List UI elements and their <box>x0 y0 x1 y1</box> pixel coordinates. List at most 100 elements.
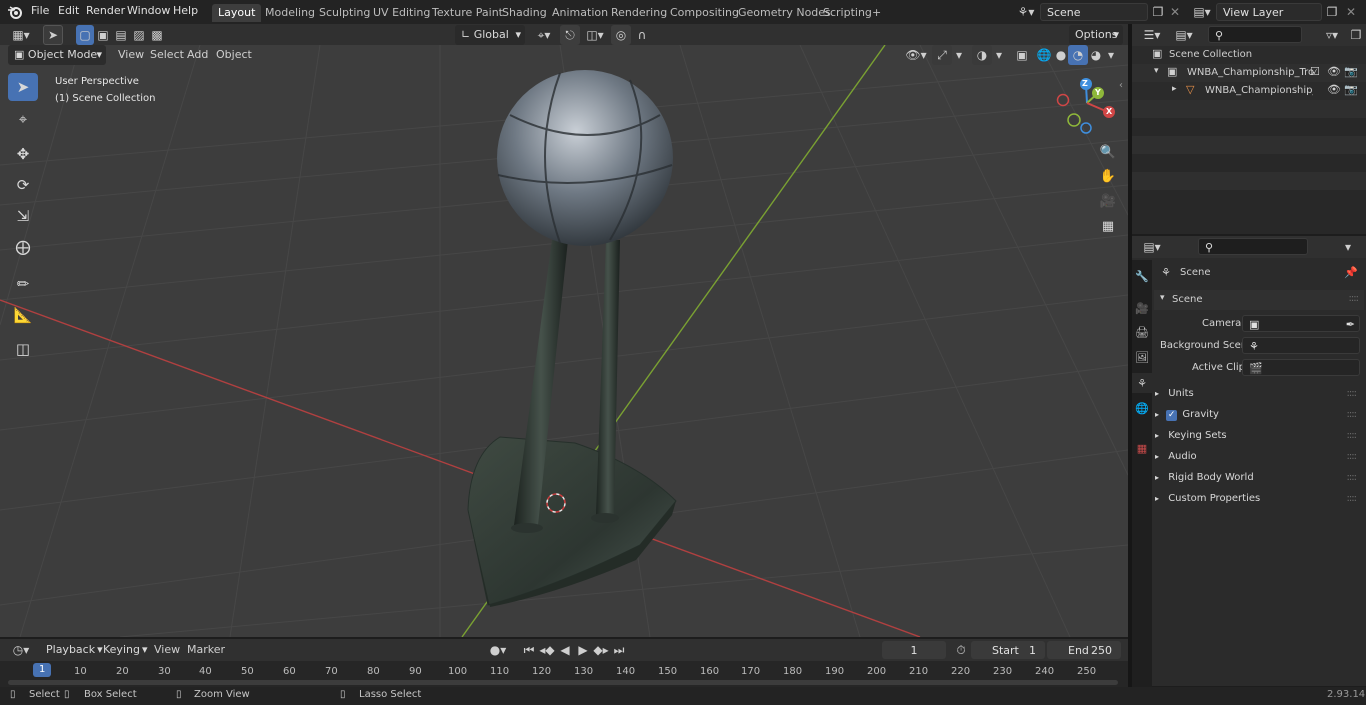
pin-icon[interactable]: 📌 <box>1344 266 1358 279</box>
tab-rendering[interactable]: Rendering <box>605 4 673 22</box>
drag-handle-icon[interactable]: :::: <box>1347 409 1358 420</box>
menu-view[interactable]: View <box>118 48 144 61</box>
jump-end-icon[interactable]: ⏭ <box>610 640 628 660</box>
select-invert-icon[interactable]: ▨ <box>130 25 148 45</box>
shading-rendered-icon[interactable]: ◕ <box>1086 45 1106 65</box>
object-mode-dropdown[interactable]: ▣ Object Mode ▾ <box>8 45 106 65</box>
menu-add[interactable]: Add <box>187 48 208 61</box>
chevron-down-icon[interactable]: ▾ <box>1338 237 1358 257</box>
select-intersect-icon[interactable]: ▩ <box>148 25 166 45</box>
menu-select[interactable]: Select <box>150 48 184 61</box>
gizmo-toggle-icon[interactable]: ⤢ <box>932 45 952 65</box>
new-collection-icon[interactable]: ❐ <box>1346 25 1366 45</box>
tool-rotate-icon[interactable]: ⟳ <box>8 171 38 199</box>
scene-section-header[interactable]: ▾ Scene :::: <box>1154 290 1364 310</box>
proportional-edit-icon[interactable]: ◎ <box>611 25 631 45</box>
select-tool-icon[interactable]: ➤ <box>43 25 63 45</box>
visibility-icon[interactable]: 👁▾ <box>903 45 929 65</box>
outliner-row-root[interactable]: ▣ Scene Collection <box>1132 46 1366 64</box>
panel-units[interactable]: ▸ Units :::: <box>1155 388 1362 399</box>
tool-add-cube-icon[interactable]: ◫ <box>8 335 38 363</box>
camera-icon[interactable]: 📷 <box>1344 83 1358 96</box>
properties-search-input[interactable]: ⚲ <box>1198 238 1308 255</box>
camera-view-icon[interactable]: 🎥 <box>1097 190 1119 212</box>
render-tab-icon[interactable]: 🎥 <box>1132 298 1152 318</box>
panel-gravity[interactable]: ▸ ✓ Gravity :::: <box>1155 409 1362 421</box>
tool-settings-tab-icon[interactable]: 🔧 <box>1132 266 1152 286</box>
expand-arrow-icon[interactable]: ▾ <box>1154 66 1159 76</box>
menu-window[interactable]: Window <box>127 4 170 17</box>
prev-keyframe-icon[interactable]: ◂◆ <box>538 640 556 660</box>
close-scene-icon[interactable]: ✕ <box>1165 2 1185 22</box>
tab-shading[interactable]: Shading <box>496 4 553 22</box>
transform-orientation-dropdown[interactable]: ∟ Global ▾ <box>455 25 525 45</box>
close-view-layer-icon[interactable]: ✕ <box>1341 2 1361 22</box>
zoom-icon[interactable]: 🔍 <box>1097 141 1119 163</box>
properties-editor-type-icon[interactable]: ▤▾ <box>1138 237 1166 257</box>
drag-handle-icon[interactable]: :::: <box>1349 293 1360 304</box>
chevron-down-icon[interactable]: ▾ <box>1104 45 1118 65</box>
snap-target-icon[interactable]: ◫▾ <box>582 25 608 45</box>
drag-handle-icon[interactable]: :::: <box>1347 472 1358 483</box>
add-workspace-button[interactable]: + <box>866 4 887 22</box>
outliner-editor-type-icon[interactable]: ☰▾ <box>1138 25 1166 45</box>
editor-type-icon[interactable]: ▦▾ <box>6 25 36 45</box>
pan-hand-icon[interactable]: ✋ <box>1097 165 1119 187</box>
tool-move-icon[interactable]: ✥ <box>8 140 38 168</box>
tool-select-box-icon[interactable]: ➤ <box>8 73 38 101</box>
display-mode-icon[interactable]: ▤▾ <box>1170 25 1198 45</box>
tool-scale-icon[interactable]: ⇲ <box>8 202 38 230</box>
sidebar-toggle-icon[interactable]: ‹ <box>1119 80 1123 91</box>
end-frame-field[interactable]: End 250 <box>1047 641 1121 659</box>
drag-handle-icon[interactable]: :::: <box>1347 451 1358 462</box>
outliner-search-input[interactable]: ⚲ <box>1208 26 1302 43</box>
xray-toggle-icon[interactable]: ▣ <box>1012 45 1032 65</box>
timeline-ruler[interactable]: 1 10 20 30 40 50 60 70 80 90 100 110 120… <box>0 661 1128 687</box>
tool-cursor-icon[interactable]: ⌖ <box>8 105 38 133</box>
panel-keying-sets[interactable]: ▸ Keying Sets :::: <box>1155 430 1362 441</box>
filter-icon[interactable]: ▿▾ <box>1318 25 1346 45</box>
blender-logo-icon[interactable] <box>7 4 23 20</box>
play-icon[interactable]: ▶ <box>574 640 592 660</box>
jump-start-icon[interactable]: ⏮ <box>520 640 538 660</box>
exclude-checkbox-icon[interactable]: ☑ <box>1310 65 1320 78</box>
panel-custom-properties[interactable]: ▸ Custom Properties :::: <box>1155 493 1362 504</box>
keying-menu[interactable]: Keying ▾ <box>97 640 147 660</box>
menu-object[interactable]: Object <box>216 48 252 61</box>
start-frame-field[interactable]: Start 1 <box>971 641 1045 659</box>
new-view-layer-icon[interactable]: ❐ <box>1322 2 1342 22</box>
menu-help[interactable]: Help <box>173 4 198 17</box>
scene-name-field[interactable]: Scene <box>1040 3 1148 21</box>
current-frame-field[interactable]: 1 <box>882 641 946 659</box>
menu-view[interactable]: View <box>154 643 180 656</box>
outliner-row-collection[interactable]: ▾ ▣ WNBA_Championship_Trophy ☑ 👁 📷 <box>1132 64 1366 82</box>
output-tab-icon[interactable]: 🖨 <box>1132 322 1152 342</box>
camera-field[interactable]: ▣ ✒ <box>1242 315 1360 332</box>
tab-modeling[interactable]: Modeling <box>259 4 321 22</box>
drag-handle-icon[interactable]: :::: <box>1347 388 1358 399</box>
eye-icon[interactable]: 👁 <box>1327 83 1341 96</box>
shading-material-icon[interactable]: ◔ <box>1068 45 1088 65</box>
timeline-scrollbar[interactable] <box>8 680 1118 685</box>
background-scene-field[interactable]: ⚘ <box>1242 337 1360 354</box>
texture-tab-icon[interactable]: ▦ <box>1132 438 1152 458</box>
view-layer-icon[interactable]: ▤▾ <box>1189 2 1215 22</box>
menu-edit[interactable]: Edit <box>58 4 79 17</box>
tab-animation[interactable]: Animation <box>546 4 614 22</box>
active-clip-field[interactable]: 🎬 <box>1242 359 1360 376</box>
select-subtract-icon[interactable]: ▤ <box>112 25 130 45</box>
snap-toggle-icon[interactable]: ⎋ <box>560 25 580 45</box>
tool-annotate-icon[interactable]: ✏ <box>8 270 38 298</box>
tool-transform-icon[interactable]: ⨁ <box>8 233 38 261</box>
playback-menu[interactable]: Playback ▾ <box>40 640 103 660</box>
drag-handle-icon[interactable]: :::: <box>1347 430 1358 441</box>
menu-marker[interactable]: Marker <box>187 643 225 656</box>
panel-rigid-body-world[interactable]: ▸ Rigid Body World :::: <box>1155 472 1362 483</box>
camera-icon[interactable]: 📷 <box>1344 65 1358 78</box>
next-keyframe-icon[interactable]: ◆▸ <box>592 640 610 660</box>
chevron-down-icon[interactable]: ▾ <box>952 45 966 65</box>
panel-audio[interactable]: ▸ Audio :::: <box>1155 451 1362 462</box>
preview-range-icon[interactable]: ⏱ <box>951 640 971 660</box>
expand-arrow-icon[interactable]: ▸ <box>1172 84 1177 94</box>
world-tab-icon[interactable]: 🌐 <box>1132 398 1152 418</box>
